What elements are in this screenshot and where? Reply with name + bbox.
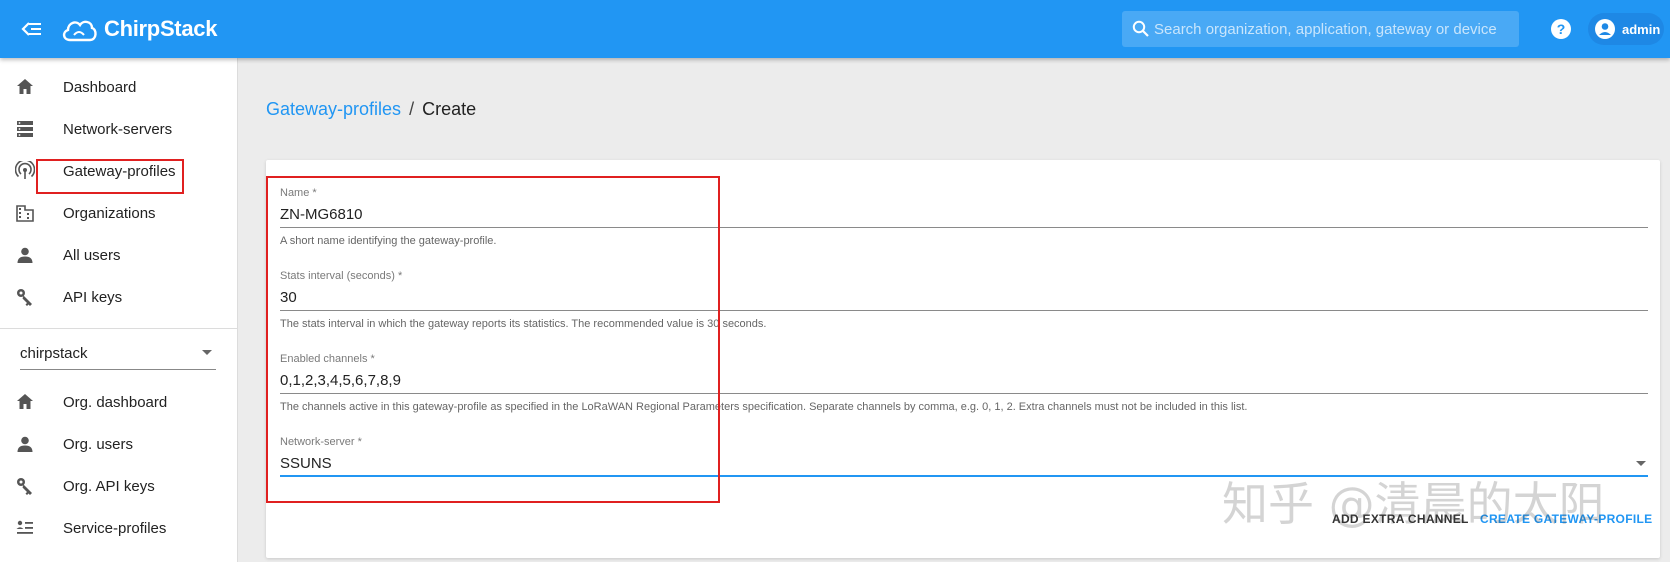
user-icon	[17, 436, 33, 452]
building-icon	[16, 205, 34, 222]
help-icon[interactable]: ?	[1550, 18, 1572, 40]
sidebar-item-service-profiles[interactable]: Service-profiles	[0, 507, 238, 549]
enabled-channels-label: Enabled channels *	[280, 353, 375, 365]
app-name: ChirpStack	[104, 16, 218, 41]
sidebar-item-label: Gateway-profiles	[63, 162, 176, 180]
sidebar-divider	[0, 328, 238, 329]
name-label: Name *	[280, 187, 317, 199]
breadcrumb-gateway-profiles-link[interactable]: Gateway-profiles	[266, 99, 401, 120]
create-gateway-profile-button[interactable]: CREATE GATEWAY-PROFILE	[1480, 512, 1652, 526]
home-icon	[17, 79, 33, 94]
sidebar-item-org-users[interactable]: Org. users	[0, 423, 238, 465]
name-input[interactable]	[280, 202, 1648, 228]
sidebar-item-label: All users	[63, 246, 121, 264]
sidebar-item-all-users[interactable]: All users	[0, 234, 238, 276]
chevron-down-icon	[202, 350, 212, 355]
sidebar-item-label: API keys	[63, 288, 123, 306]
server-icon	[17, 121, 33, 137]
name-helper-text: A short name identifying the gateway-pro…	[280, 235, 497, 247]
gateway-icon	[15, 161, 35, 179]
sidebar-item-label: Org. API keys	[63, 477, 155, 495]
sidebar-item-label: Service-profiles	[63, 519, 167, 537]
cloud-logo-icon	[62, 20, 97, 42]
home-icon	[17, 394, 33, 409]
user-menu-button[interactable]: admin	[1588, 13, 1664, 45]
user-name: admin	[1622, 21, 1661, 37]
key-icon	[17, 478, 32, 495]
network-server-select[interactable]: SSUNS	[280, 451, 1648, 477]
sidebar-item-label: Dashboard	[63, 78, 137, 96]
app-bar: ChirpStack ? admin	[0, 0, 1670, 58]
search-box[interactable]	[1122, 11, 1519, 47]
sidebar-item-gateway-profiles[interactable]: Gateway-profiles	[0, 150, 238, 192]
stats-interval-label: Stats interval (seconds) *	[280, 270, 403, 282]
menu-collapse-icon[interactable]	[20, 18, 44, 40]
key-icon	[17, 289, 32, 306]
network-server-label: Network-server *	[280, 436, 362, 448]
enabled-channels-input[interactable]	[280, 368, 1648, 394]
search-input[interactable]	[1154, 11, 1514, 47]
network-server-select-value: SSUNS	[280, 455, 332, 472]
breadcrumb-separator: /	[409, 99, 415, 119]
list-icon	[16, 520, 33, 534]
breadcrumb-current: Create	[422, 99, 477, 119]
chevron-down-icon	[1636, 461, 1646, 466]
gateway-profile-form: Name * A short name identifying the gate…	[266, 160, 1660, 558]
breadcrumb: Gateway-profiles / Create	[266, 99, 476, 120]
sidebar-item-organizations[interactable]: Organizations	[0, 192, 238, 234]
add-extra-channel-button[interactable]: ADD EXTRA CHANNEL	[1332, 512, 1469, 526]
organization-select[interactable]: chirpstack	[20, 340, 216, 370]
organization-select-value: chirpstack	[20, 345, 88, 362]
app-logo[interactable]: ChirpStack	[60, 13, 217, 45]
stats-interval-helper-text: The stats interval in which the gateway …	[280, 318, 767, 330]
user-icon	[17, 247, 33, 263]
search-icon	[1132, 20, 1149, 37]
account-circle-icon	[1595, 19, 1615, 39]
sidebar-item-label: Org. dashboard	[63, 393, 168, 411]
enabled-channels-helper-text: The channels active in this gateway-prof…	[280, 401, 1248, 413]
sidebar-item-api-keys[interactable]: API keys	[0, 276, 238, 318]
sidebar-item-network-servers[interactable]: Network-servers	[0, 108, 238, 150]
sidebar-item-org-dashboard[interactable]: Org. dashboard	[0, 381, 238, 423]
svg-text:?: ?	[1557, 21, 1566, 37]
sidebar-item-label: Org. users	[63, 435, 134, 453]
sidebar-item-label: Network-servers	[63, 120, 173, 138]
sidebar-item-org-api-keys[interactable]: Org. API keys	[0, 465, 238, 507]
sidebar-item-dashboard[interactable]: Dashboard	[0, 66, 238, 108]
sidebar-item-label: Organizations	[63, 204, 156, 222]
sidebar: Dashboard Network-servers Gateway-profil…	[0, 58, 238, 562]
stats-interval-input[interactable]	[280, 285, 1648, 311]
